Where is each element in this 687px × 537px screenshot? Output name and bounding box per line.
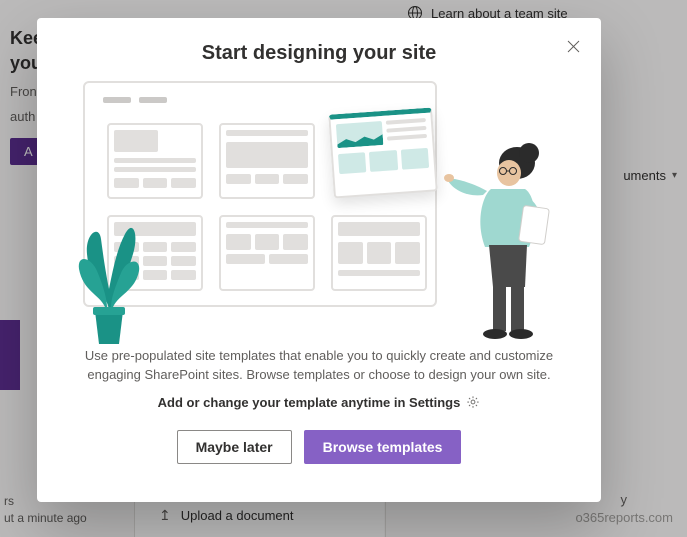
start-designing-modal: Start designing your site [37, 18, 601, 502]
template-thumb-2 [219, 123, 315, 199]
close-button[interactable] [559, 32, 587, 60]
template-thumb-1 [107, 123, 203, 199]
gear-icon [466, 395, 480, 409]
modal-settings-note: Add or change your template anytime in S… [158, 395, 481, 410]
modal-button-row: Maybe later Browse templates [177, 430, 462, 464]
browse-templates-button[interactable]: Browse templates [304, 430, 462, 464]
template-thumb-5 [219, 215, 315, 291]
template-thumb-highlighted [328, 107, 438, 198]
close-icon [567, 40, 580, 53]
plant-illustration [69, 199, 149, 349]
person-illustration [443, 137, 573, 341]
modal-title: Start designing your site [202, 42, 436, 65]
canvas-header-bars [103, 97, 167, 103]
template-thumb-6 [331, 215, 427, 291]
modal-illustration [79, 79, 559, 341]
maybe-later-button[interactable]: Maybe later [177, 430, 292, 464]
modal-description: Use pre-populated site templates that en… [85, 347, 553, 385]
